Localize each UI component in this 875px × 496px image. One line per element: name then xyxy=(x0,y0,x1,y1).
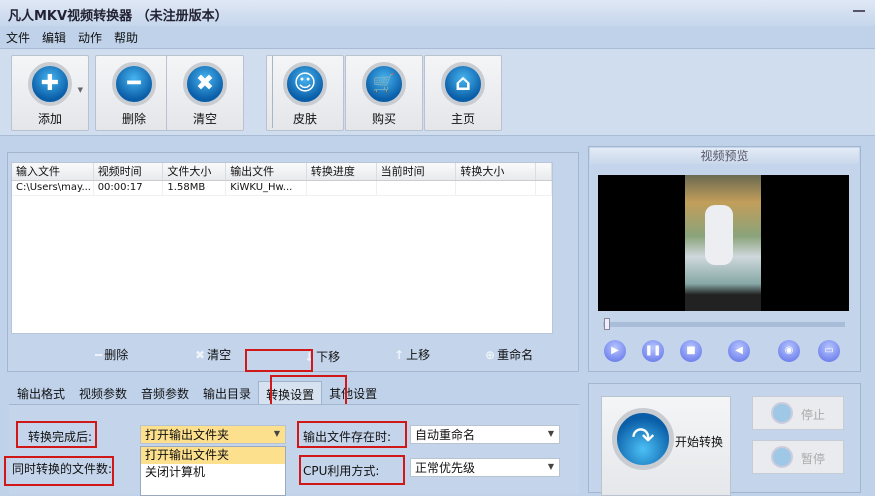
col-video-time[interactable]: 视频时间 xyxy=(94,163,164,180)
seek-handle[interactable] xyxy=(604,318,610,330)
dropdown-option[interactable]: 关闭计算机 xyxy=(141,464,285,481)
minimize-button[interactable] xyxy=(853,10,865,12)
highlight-box xyxy=(4,456,114,486)
rename-button[interactable]: ⊕ 重命名 xyxy=(485,346,533,363)
col-output-file[interactable]: 输出文件 xyxy=(226,163,307,180)
delete-label: 删除 xyxy=(121,112,146,126)
menu-action[interactable]: 动作 xyxy=(78,29,102,45)
add-label: 添加 xyxy=(37,112,62,126)
list-clear-label: 清空 xyxy=(207,348,232,362)
home-button[interactable]: ⌂ 主页 xyxy=(424,55,502,131)
move-up-label: 上移 xyxy=(406,348,431,362)
stop-button[interactable]: 停止 xyxy=(752,396,844,430)
menu-help[interactable]: 帮助 xyxy=(114,29,138,45)
clear-button[interactable]: ✖ 清空 xyxy=(166,55,244,131)
convert-arrow-icon: ↷ xyxy=(612,408,674,470)
file-table[interactable]: 输入文件 视频时间 文件大小 输出文件 转换进度 当前时间 转换大小 C:\Us… xyxy=(11,162,553,334)
cell-current-time xyxy=(377,181,457,195)
file-exists-value: 自动重命名 xyxy=(415,428,476,442)
col-current-time[interactable]: 当前时间 xyxy=(377,163,457,180)
seek-bar[interactable] xyxy=(603,322,845,327)
highlight-box xyxy=(245,349,313,372)
crosshair-icon: ⊕ xyxy=(485,348,496,362)
pause-icon xyxy=(771,446,793,468)
video-subject xyxy=(705,205,733,265)
folder-icon[interactable]: ▭ xyxy=(818,340,840,362)
window-title: 凡人MKV视频转换器 （未注册版本） xyxy=(8,9,228,24)
move-down-label: 下移 xyxy=(316,350,341,364)
list-clear-button[interactable]: ✖ 清空 xyxy=(195,346,231,363)
chevron-down-icon: ▼ xyxy=(547,462,554,471)
col-file-size[interactable]: 文件大小 xyxy=(163,163,227,180)
cell-output-file: KiWKU_Hw... xyxy=(226,181,307,195)
skin-button[interactable]: ☺ 皮肤 xyxy=(266,55,344,131)
highlight-box xyxy=(297,421,407,448)
stop-icon[interactable]: ■ xyxy=(680,340,702,362)
plus-icon: ✚ xyxy=(28,62,72,106)
tab-output-format[interactable]: 输出格式 xyxy=(10,381,72,405)
col-input-file[interactable]: 输入文件 xyxy=(12,163,94,180)
after-convert-dropdown-list: 打开输出文件夹 关闭计算机 xyxy=(140,446,286,496)
stop-icon xyxy=(771,402,793,424)
home-icon: ⌂ xyxy=(441,62,485,106)
buy-label: 购买 xyxy=(371,112,396,126)
cell-video-time: 00:00:17 xyxy=(94,181,164,195)
toolbar: ✚ 添加 ▼ ━ 删除 ✖ 清空 ☺ 皮肤 🛒 购买 ⌂ 主页 xyxy=(0,48,875,136)
x-icon: ✖ xyxy=(183,62,227,106)
pause-icon[interactable]: ❚❚ xyxy=(642,340,664,362)
snapshot-icon[interactable]: ◉ xyxy=(778,340,800,362)
table-header: 输入文件 视频时间 文件大小 输出文件 转换进度 当前时间 转换大小 xyxy=(12,163,552,181)
after-convert-select[interactable]: 打开输出文件夹 ▼ xyxy=(140,425,286,444)
add-button[interactable]: ✚ 添加 ▼ xyxy=(11,55,89,131)
chevron-down-icon: ▼ xyxy=(547,429,554,438)
arrow-up-icon: ↑ xyxy=(394,348,405,362)
table-row[interactable]: C:\Users\may... 00:00:17 1.58MB KiWKU_Hw… xyxy=(12,181,552,196)
file-exists-select[interactable]: 自动重命名 ▼ xyxy=(410,425,560,444)
dropdown-arrow-icon[interactable]: ▼ xyxy=(78,86,83,94)
buy-button[interactable]: 🛒 购买 xyxy=(345,55,423,131)
list-delete-label: 删除 xyxy=(104,348,129,362)
list-delete-button[interactable]: ━ 删除 xyxy=(95,346,128,363)
volume-icon[interactable]: ◀ xyxy=(728,340,750,362)
x-icon: ✖ xyxy=(195,348,206,362)
cart-icon: 🛒 xyxy=(362,62,406,106)
cell-progress xyxy=(307,181,377,195)
title-bar: 凡人MKV视频转换器 （未注册版本） xyxy=(0,0,875,26)
clear-label: 清空 xyxy=(192,112,217,126)
dropdown-option[interactable]: 打开输出文件夹 xyxy=(141,447,285,464)
move-up-button[interactable]: ↑ 上移 xyxy=(394,346,430,363)
rename-label: 重命名 xyxy=(497,348,534,362)
minus-icon: ━ xyxy=(112,62,156,106)
cell-file-size: 1.58MB xyxy=(163,181,227,195)
tab-video-params[interactable]: 视频参数 xyxy=(72,381,134,405)
highlight-box xyxy=(299,455,405,485)
menu-file[interactable]: 文件 xyxy=(6,29,30,45)
pause-button[interactable]: 暂停 xyxy=(752,440,844,474)
after-convert-value: 打开输出文件夹 xyxy=(145,428,230,442)
cpu-usage-select[interactable]: 正常优先级 ▼ xyxy=(410,458,560,477)
preview-title: 视频预览 xyxy=(590,148,859,164)
play-icon[interactable]: ▶ xyxy=(604,340,626,362)
stop-label: 停止 xyxy=(801,408,826,422)
pause-label: 暂停 xyxy=(801,452,826,466)
delete-button[interactable]: ━ 删除 xyxy=(95,55,173,131)
cpu-usage-value: 正常优先级 xyxy=(415,461,476,475)
start-convert-label: 开始转换 xyxy=(675,435,724,449)
toolbar-divider xyxy=(272,56,273,128)
chevron-down-icon: ▼ xyxy=(273,429,280,438)
tab-audio-params[interactable]: 音频参数 xyxy=(134,381,196,405)
cell-input-file: C:\Users\may... xyxy=(12,181,94,195)
tab-output-dir[interactable]: 输出目录 xyxy=(196,381,258,405)
smiley-icon: ☺ xyxy=(283,62,327,106)
col-progress[interactable]: 转换进度 xyxy=(307,163,377,180)
highlight-box xyxy=(270,375,347,407)
minus-icon: ━ xyxy=(95,348,103,362)
home-label: 主页 xyxy=(450,112,475,126)
menu-bar: 文件 编辑 动作 帮助 xyxy=(0,26,144,48)
menu-edit[interactable]: 编辑 xyxy=(42,29,66,45)
skin-label: 皮肤 xyxy=(292,112,317,126)
highlight-box xyxy=(16,421,97,448)
cell-converted-size xyxy=(456,181,537,195)
col-converted-size[interactable]: 转换大小 xyxy=(456,163,537,180)
